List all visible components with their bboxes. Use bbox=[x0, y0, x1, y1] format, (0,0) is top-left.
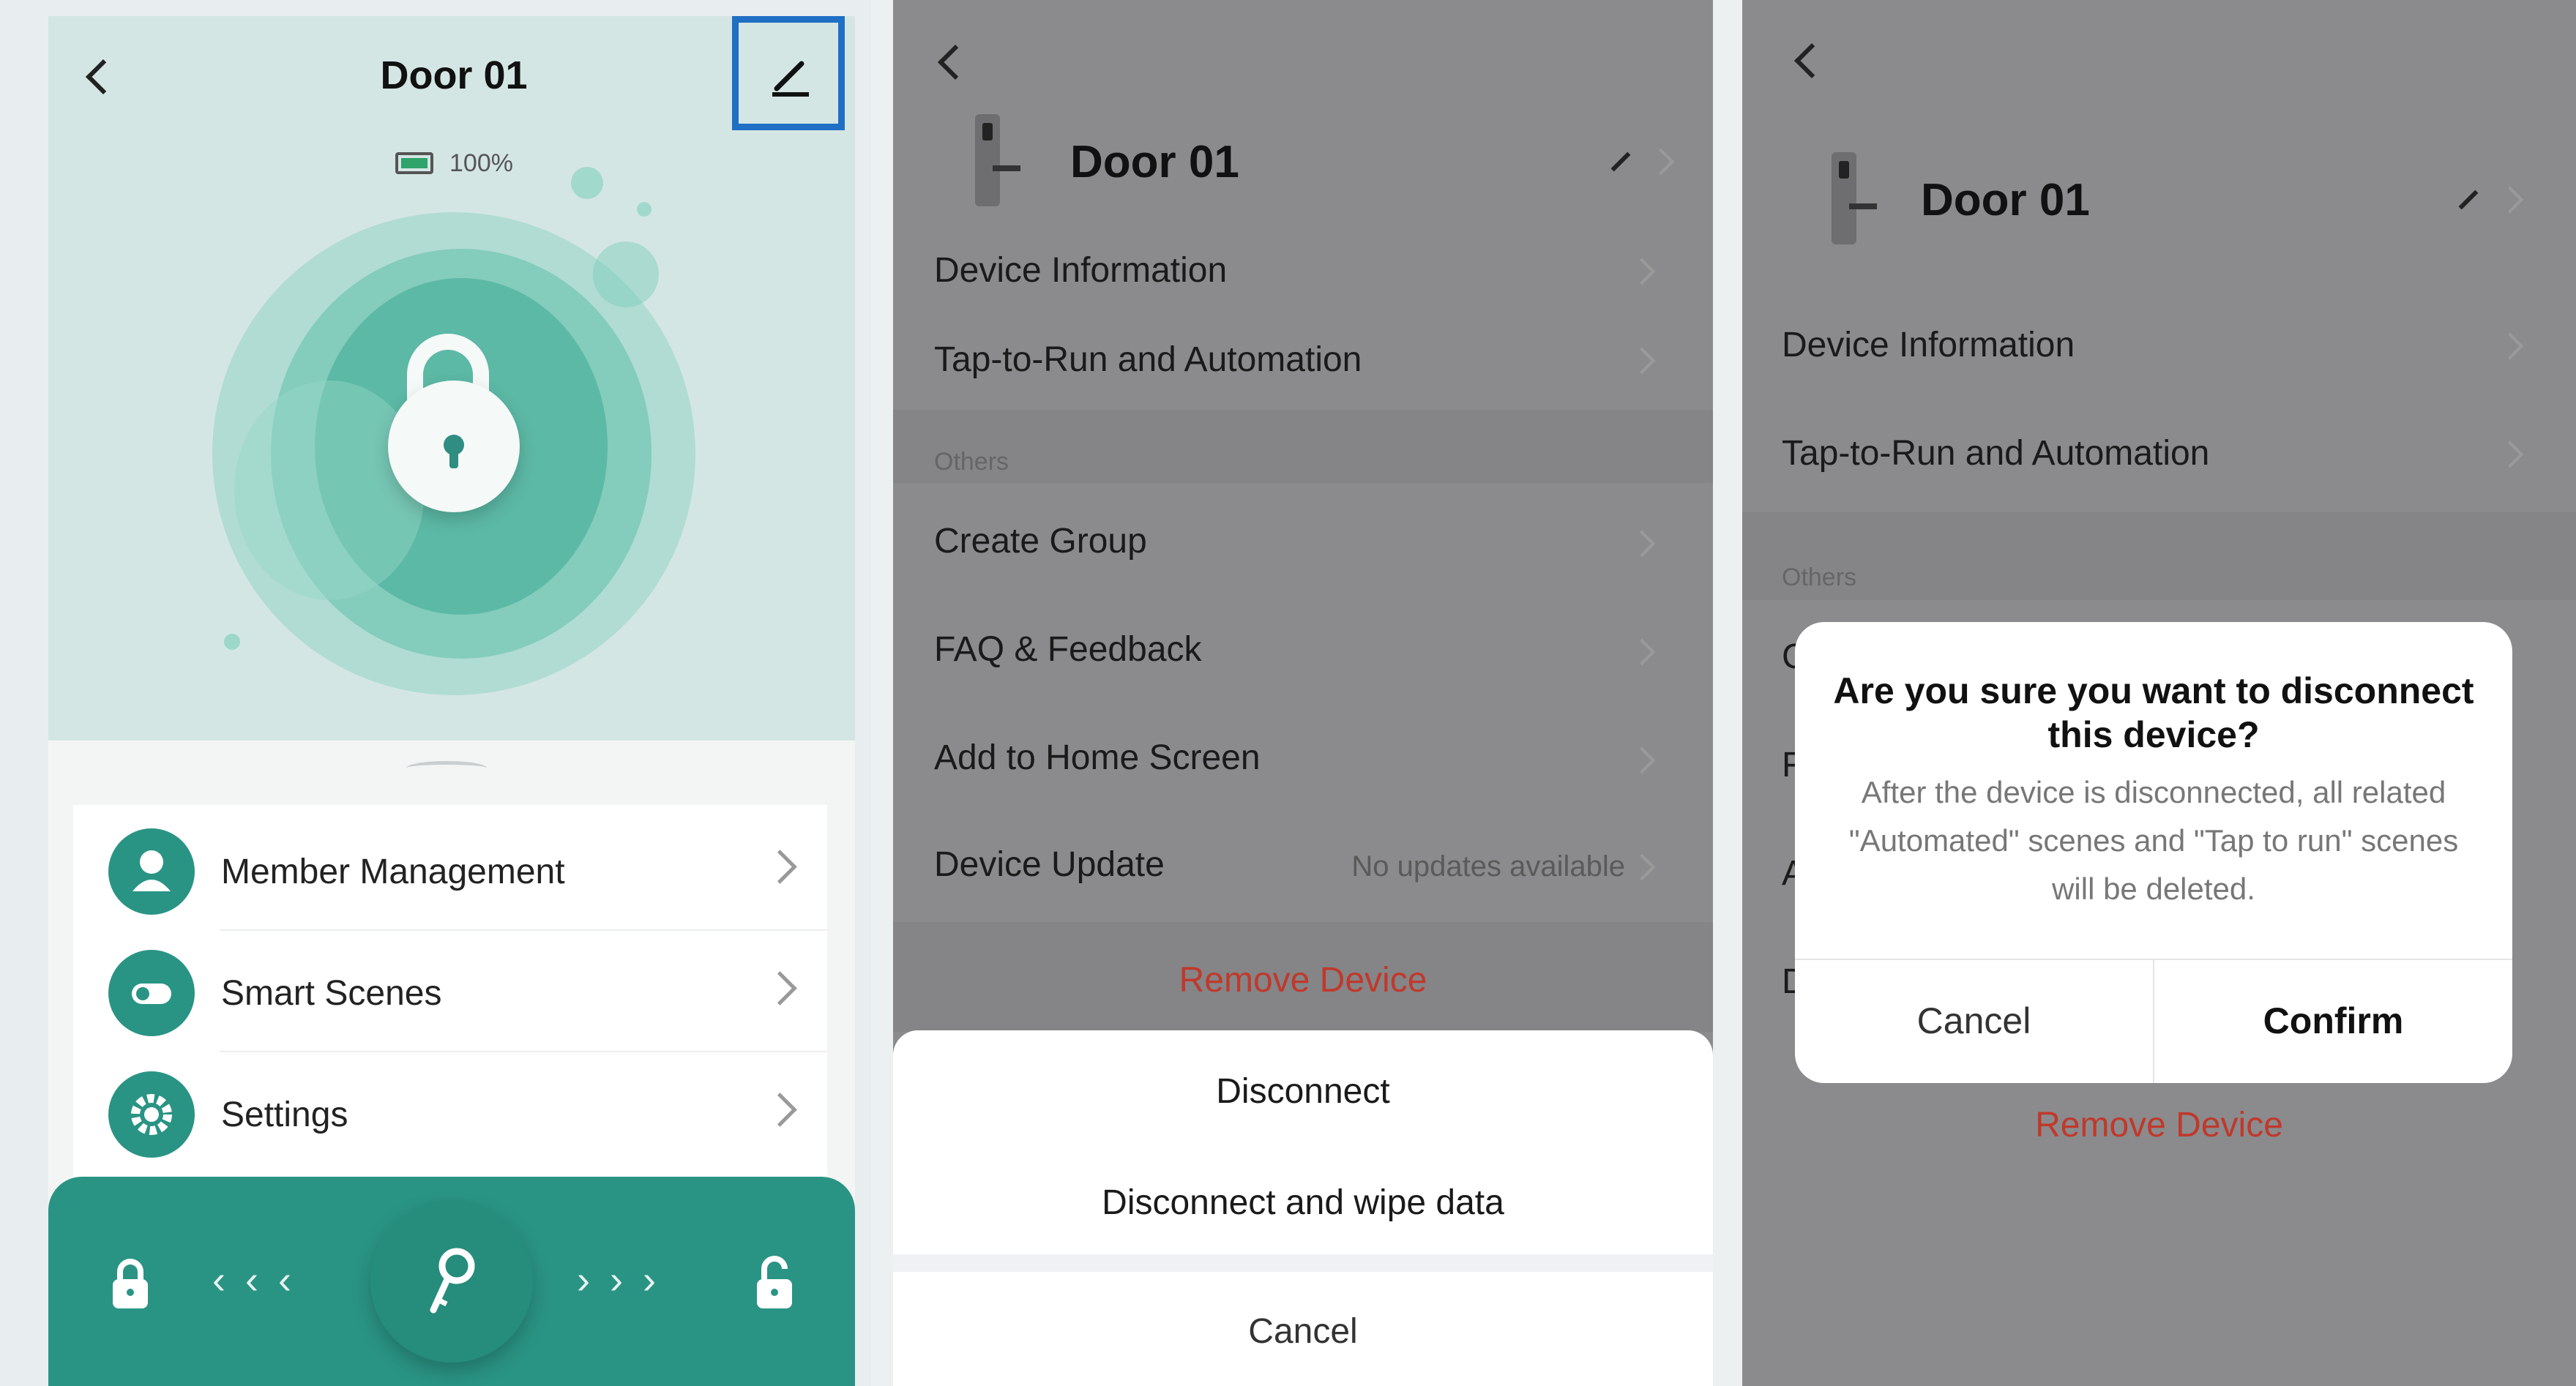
dialog-title: Are you sure you want to disconnect this… bbox=[1833, 670, 2474, 755]
edit-name-button[interactable] bbox=[732, 16, 845, 130]
page-title: Door 01 bbox=[380, 53, 528, 97]
row-tap-to-run[interactable]: Tap-to-Run and Automation bbox=[1742, 407, 2576, 502]
pencil-icon[interactable] bbox=[2458, 190, 2479, 210]
confirm-dialog: Are you sure you want to disconnect this… bbox=[1795, 622, 2512, 1083]
row-label: Tap-to-Run and Automation bbox=[934, 340, 1362, 379]
person-icon bbox=[108, 828, 195, 915]
row-device-information[interactable]: Device Information bbox=[1742, 300, 2576, 388]
disconnect-confirm-screen: Door 01 Device Information Tap-to-Run an… bbox=[1742, 0, 2576, 1386]
chevron-right-icon bbox=[1628, 530, 1656, 558]
section-header: Others bbox=[1782, 563, 1857, 591]
row-device-update[interactable]: Device Update No updates available bbox=[893, 825, 1713, 913]
device-control-screen: Door 01 100% Member Management Smart Sce… bbox=[0, 0, 871, 1386]
sheet-divider bbox=[893, 1254, 1713, 1272]
menu-item-label: Member Management bbox=[221, 853, 565, 891]
unlock-icon[interactable] bbox=[751, 1253, 798, 1310]
action-sheet: Disconnect Disconnect and wipe data Canc… bbox=[893, 1030, 1713, 1386]
row-label: Device Information bbox=[1782, 326, 2075, 364]
battery-icon bbox=[395, 152, 433, 174]
row-tap-to-run[interactable]: Tap-to-Run and Automation bbox=[893, 322, 1713, 402]
row-label: Device Information bbox=[934, 251, 1228, 290]
chevron-right-icon bbox=[1628, 258, 1656, 285]
remove-device-button[interactable]: Remove Device bbox=[1742, 1105, 2576, 1145]
row-faq-feedback[interactable]: FAQ & Feedback bbox=[893, 610, 1713, 698]
row-label: Add to Home Screen bbox=[934, 738, 1261, 777]
menu-item-member-management[interactable]: Member Management bbox=[73, 809, 827, 931]
row-device-information[interactable]: Device Information bbox=[893, 233, 1713, 313]
pencil-icon[interactable] bbox=[1610, 151, 1631, 172]
toggle-icon bbox=[108, 950, 195, 1036]
section-band bbox=[893, 410, 1713, 483]
door-lock-device-icon bbox=[1832, 152, 1877, 244]
row-label: Device Update bbox=[934, 845, 1165, 884]
sheet-handle[interactable] bbox=[406, 761, 487, 775]
back-arrow-icon[interactable] bbox=[1793, 42, 1830, 79]
disconnect-option[interactable]: Disconnect bbox=[893, 1071, 1713, 1112]
menu-item-label: Smart Scenes bbox=[221, 974, 442, 1013]
confirm-button[interactable]: Confirm bbox=[2154, 959, 2512, 1083]
menu-item-label: Settings bbox=[221, 1095, 348, 1134]
cancel-button[interactable]: Cancel bbox=[1795, 959, 2153, 1083]
disconnect-wipe-option[interactable]: Disconnect and wipe data bbox=[893, 1183, 1713, 1223]
row-label: FAQ & Feedback bbox=[934, 630, 1202, 669]
door-lock-device-icon bbox=[975, 114, 1020, 206]
chevron-right-icon bbox=[1628, 347, 1656, 375]
lock-icon[interactable] bbox=[108, 1257, 152, 1310]
chevron-right-icon bbox=[763, 1093, 797, 1127]
slide-right-arrows: › › › bbox=[577, 1258, 660, 1302]
remove-device-button[interactable]: Remove Device bbox=[893, 960, 1713, 1000]
section-band bbox=[1742, 512, 2576, 600]
battery-percent: 100% bbox=[449, 149, 513, 177]
chevron-right-icon bbox=[2496, 332, 2524, 360]
gear-icon bbox=[108, 1071, 195, 1158]
decor-bubble bbox=[637, 202, 652, 217]
dialog-message: After the device is disconnected, all re… bbox=[1848, 775, 2459, 906]
row-label: Tap-to-Run and Automation bbox=[1782, 434, 2210, 473]
decor-bubble bbox=[593, 241, 659, 307]
chevron-right-icon bbox=[2496, 186, 2524, 214]
chevron-right-icon bbox=[763, 850, 797, 884]
chevron-right-icon bbox=[1628, 638, 1656, 666]
row-create-group[interactable]: Create Group bbox=[893, 502, 1713, 590]
chevron-right-icon bbox=[763, 971, 797, 1005]
chevron-right-icon bbox=[1647, 148, 1675, 176]
row-label: Create Group bbox=[934, 522, 1147, 561]
chevron-right-icon bbox=[2496, 441, 2524, 468]
decor-bubble bbox=[571, 167, 603, 199]
device-name: Door 01 bbox=[1921, 175, 2090, 225]
chevron-right-icon bbox=[1628, 853, 1656, 881]
decor-bubble bbox=[224, 634, 240, 650]
cancel-button[interactable]: Cancel bbox=[893, 1311, 1713, 1352]
row-add-to-home-screen[interactable]: Add to Home Screen bbox=[893, 719, 1713, 806]
section-header: Others bbox=[934, 448, 1009, 476]
menu-item-settings[interactable]: Settings bbox=[73, 1052, 827, 1174]
device-settings-action-sheet-screen: Door 01 Device Information Tap-to-Run an… bbox=[893, 0, 1713, 1386]
device-name: Door 01 bbox=[1070, 137, 1239, 187]
back-arrow-icon[interactable] bbox=[937, 44, 974, 80]
unlock-key-button[interactable] bbox=[370, 1200, 533, 1363]
slide-left-arrows: ‹ ‹ ‹ bbox=[212, 1258, 296, 1302]
menu-item-smart-scenes[interactable]: Smart Scenes bbox=[73, 931, 827, 1052]
chevron-right-icon bbox=[1628, 746, 1656, 774]
key-icon bbox=[430, 1248, 475, 1314]
pencil-icon bbox=[772, 61, 809, 97]
keyhole-stem bbox=[449, 446, 458, 468]
update-status: No updates available bbox=[1351, 850, 1625, 883]
